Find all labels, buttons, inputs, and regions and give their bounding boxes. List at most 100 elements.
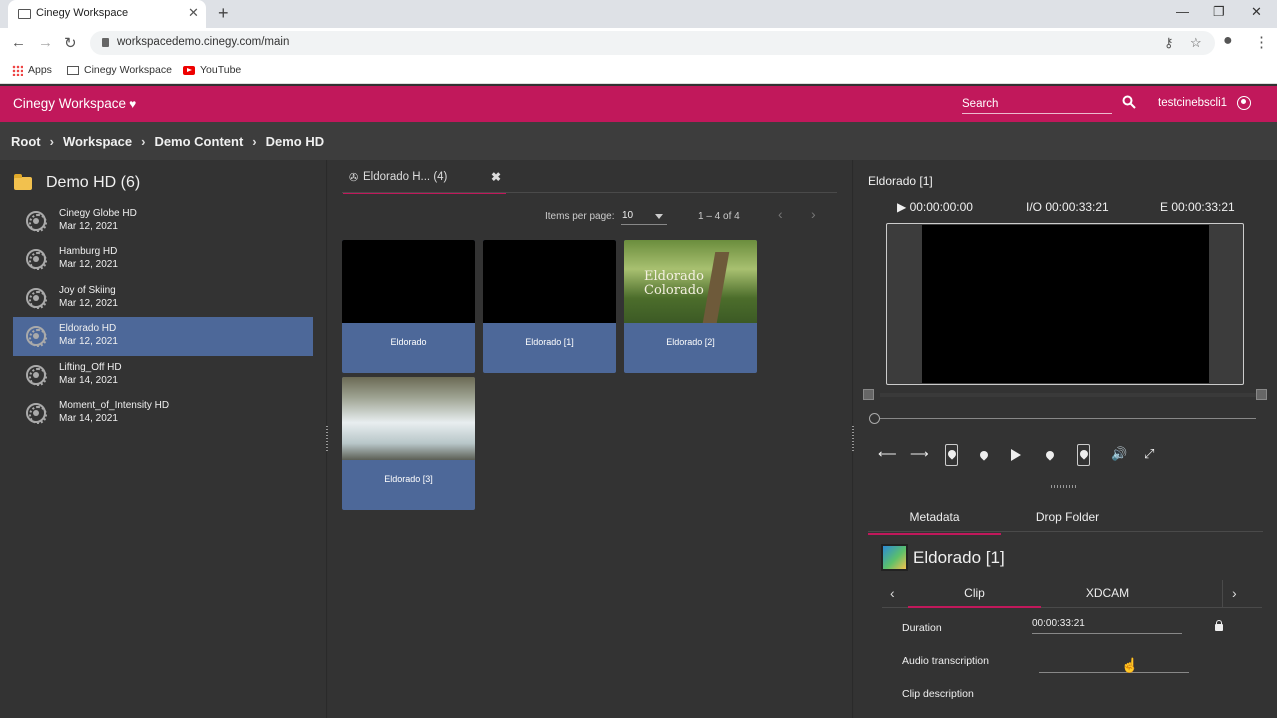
restore-button[interactable]: ❐ [1213,4,1225,20]
tree-item[interactable]: Lifting_Off HD Mar 14, 2021 [13,356,313,394]
tab-xdcam[interactable]: XDCAM [1041,586,1174,600]
items-per-page-select[interactable]: 10 [621,207,667,225]
duration-field[interactable]: 00:00:33:21 [1032,618,1182,634]
marker-icon[interactable] [978,446,990,466]
bin-tab-label: Eldorado H... (4) [363,171,448,183]
tree-item[interactable]: Hamburg HD Mar 12, 2021 [13,240,313,278]
search-input[interactable] [962,98,1102,110]
tree-item[interactable]: Cinegy Globe HD Mar 12, 2021 [13,202,313,240]
film-reel-icon [26,249,47,271]
lock-icon[interactable] [1215,620,1223,631]
close-icon[interactable]: ✖ [491,170,501,184]
crumb-demo-content[interactable]: Demo Content [154,134,243,149]
clip-description-label: Clip description [902,688,974,700]
scrub-knob[interactable] [869,413,880,424]
tree-item[interactable]: Moment_of_Intensity HD Mar 14, 2021 [13,394,313,432]
metadata-subtabs: ‹ Clip XDCAM › [882,580,1262,608]
search-icon[interactable] [1122,95,1136,109]
chevron-left-icon[interactable]: ‹ [890,585,895,601]
mark-in-icon[interactable] [945,444,958,466]
volume-icon[interactable]: 🔊 [1111,446,1127,466]
clip-thumbnail [342,240,475,323]
folder-header: Demo HD (6) [14,173,140,192]
forward-button[interactable]: → [38,34,53,51]
menu-icon[interactable]: ⋮ [1254,33,1269,51]
audio-transcription-field[interactable] [1039,657,1189,673]
app-header: Cinegy Workspace♥ testcinebscli1 [0,86,1277,122]
clip-card[interactable]: Eldorado [1] [483,240,616,373]
play-icon[interactable] [1011,446,1021,466]
arrow-right-icon[interactable]: ⟶ [910,446,929,466]
browser-tab[interactable]: Cinegy Workspace ✕ [8,0,206,28]
film-reel-icon: ✇ [349,172,359,184]
position-value: 00:00:00:00 [909,200,973,214]
laptop-icon [18,9,31,19]
profile-icon[interactable]: ● [1223,32,1233,50]
mark-out-icon[interactable] [1077,444,1090,466]
clip-card[interactable]: Eldorado [342,240,475,373]
bookmark-cinegy[interactable]: Cinegy Workspace [67,64,172,76]
items-per-page-label: Items per page: [545,211,615,222]
folder-tree-panel: Demo HD (6) Cinegy Globe HD Mar 12, 2021… [0,160,327,718]
address-bar[interactable]: workspacedemo.cinegy.com/main ⚷ ☆ [90,31,1215,55]
tab-metadata[interactable]: Metadata [868,510,1001,535]
bookmark-apps[interactable]: Apps [12,64,52,76]
star-icon[interactable]: ☆ [1190,35,1202,51]
scrub-track[interactable] [878,418,1256,419]
items-per-page-value: 10 [622,210,634,221]
account-icon[interactable] [1237,96,1251,110]
reload-button[interactable]: ↻ [64,34,77,52]
bin-tab[interactable]: ✇ Eldorado H... (4) ✖ [343,166,506,194]
tab-clip[interactable]: Clip [908,586,1041,608]
tab-drop-folder[interactable]: Drop Folder [1001,510,1134,524]
crumb-workspace[interactable]: Workspace [63,134,132,149]
tree-item-name: Joy of Skiing [59,284,116,296]
panel-resize-grip[interactable] [1051,485,1077,488]
breadcrumb: Root › Workspace › Demo Content › Demo H… [0,122,1277,160]
previous-page-button[interactable]: ‹ [778,206,783,222]
crumb-root[interactable]: Root [11,134,41,149]
film-reel-icon [26,402,47,424]
browser-toolbar: ← → ↻ workspacedemo.cinegy.com/main ⚷ ☆ … [0,28,1277,58]
tree-item[interactable]: Joy of Skiing Mar 12, 2021 [13,279,313,317]
tab-title: Cinegy Workspace [36,7,129,19]
bookmark-youtube[interactable]: YouTube [183,64,241,76]
page-range: 1 – 4 of 4 [698,211,740,222]
audio-transcription-label: Audio transcription [902,655,989,667]
film-reel-icon [26,211,47,232]
clip-thumbnail [342,377,475,460]
bookmarks-bar: Apps Cinegy Workspace YouTube [0,58,1277,84]
film-reel-icon [26,287,47,309]
clip-card[interactable]: Eldorado Colorado Eldorado [2] [624,240,757,373]
new-tab-button[interactable]: + [218,3,229,24]
close-icon[interactable]: ✕ [188,5,199,21]
divider [1222,580,1223,608]
trim-in-handle[interactable] [863,389,874,400]
fullscreen-icon[interactable]: ⤢ [1144,446,1154,466]
tree-item-date: Mar 12, 2021 [59,297,118,309]
marker-icon[interactable] [1044,446,1056,466]
clip-card-label: Eldorado [2] [666,337,715,347]
heart-icon: ♥ [129,97,137,111]
trim-out-handle[interactable] [1256,389,1267,400]
window-close-button[interactable]: ✕ [1251,4,1262,20]
user-name[interactable]: testcinebscli1 [1158,97,1227,109]
clip-card-label: Eldorado [390,337,427,347]
duration-label: Duration [902,622,942,634]
crumb-demo-hd[interactable]: Demo HD [266,134,325,149]
key-icon[interactable]: ⚷ [1164,35,1174,51]
tree-item-selected[interactable]: Eldorado HD Mar 12, 2021 [13,317,313,356]
clip-thumbnail: Eldorado Colorado [624,240,757,323]
film-reel-icon [26,326,47,348]
tree-item-name: Moment_of_Intensity HD [59,399,170,411]
app-title[interactable]: Cinegy Workspace ♥ [13,96,136,111]
minimize-button[interactable]: — [1176,4,1189,19]
video-player[interactable] [886,223,1244,385]
next-page-button[interactable]: › [811,206,816,222]
thumbnail-overlay-text: Eldorado Colorado [644,269,704,298]
clip-card[interactable]: Eldorado [3] [342,377,475,510]
trim-bar [880,393,1260,397]
chevron-right-icon[interactable]: › [1232,585,1237,601]
back-button[interactable]: ← [11,34,26,51]
arrow-left-icon[interactable]: ⟵ [878,446,897,466]
